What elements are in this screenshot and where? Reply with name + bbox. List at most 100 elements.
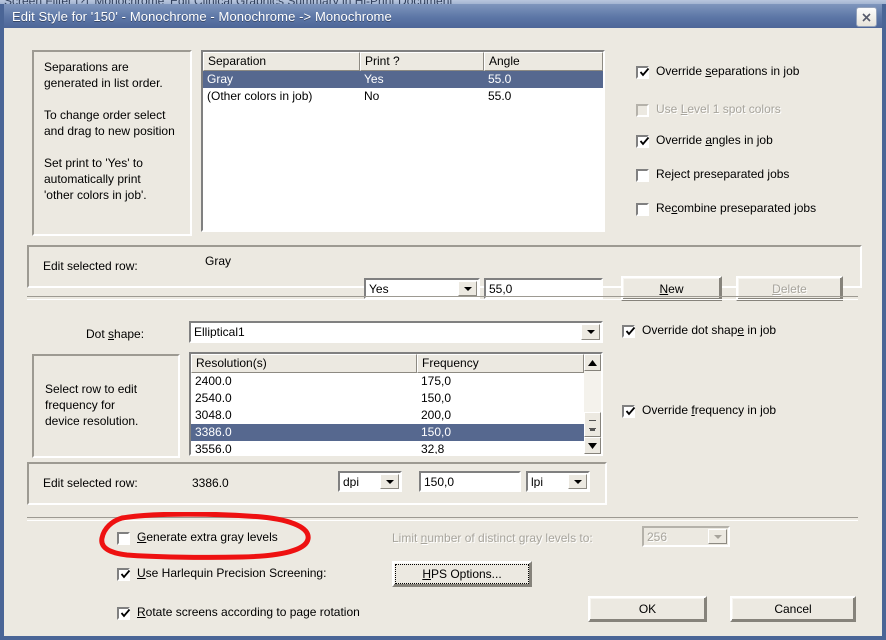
check-icon (625, 326, 636, 336)
chevron-down-icon (708, 529, 727, 544)
print-select-value: Yes (369, 282, 389, 295)
checkbox-use-harlequin-precision-screening[interactable]: Use Harlequin Precision Screening: (117, 567, 326, 581)
angle-input-value: 55,0 (489, 281, 513, 296)
help-line-9: 'other colors in job'. (44, 188, 147, 202)
checkbox-override-dot-shape-in-job[interactable]: Override dot shape in job (622, 324, 776, 338)
checkbox-rotate-screens[interactable]: Rotate screens according to page rotatio… (117, 606, 360, 620)
column-header-resolutions[interactable]: Resolution(s) (191, 354, 417, 373)
limit-gray-levels-select: 256 (642, 526, 730, 547)
resolution-help-line-2: frequency for (45, 398, 116, 412)
checkbox-box (636, 66, 650, 79)
table-row[interactable]: 2540.0 150,0 (191, 390, 601, 407)
section-divider-2 (27, 517, 858, 521)
cell-print: Yes (364, 72, 384, 86)
help-line-1: Separations are (44, 60, 129, 74)
ok-button-label: OK (638, 602, 657, 616)
separations-table-header: Separation Print ? Angle (203, 52, 603, 71)
checkbox-label: Recombine preseparated jobs (656, 201, 817, 215)
cell-frequency: 200,0 (421, 408, 452, 422)
checkbox-label: Generate extra gray levels (137, 530, 278, 544)
chevron-down-icon[interactable] (458, 281, 477, 296)
resolution-unit-select[interactable]: dpi (338, 471, 402, 492)
chevron-down-icon[interactable] (581, 324, 600, 340)
section-divider-1 (27, 296, 858, 300)
table-row[interactable]: 3048.0 200,0 (191, 407, 601, 424)
checkbox-override-frequency-in-job[interactable]: Override frequency in job (622, 404, 776, 418)
checkbox-override-separations-in-job[interactable]: Override separations in job (636, 65, 799, 79)
column-header-print[interactable]: Print ? (360, 52, 484, 71)
separations-table[interactable]: Separation Print ? Angle Gray Yes 55.0 (… (201, 50, 605, 232)
cell-separation: (Other colors in job) (207, 89, 313, 103)
column-header-frequency[interactable]: Frequency (417, 354, 584, 373)
edit-style-dialog: Edit Style for '150' - Monochrome - Mono… (0, 4, 886, 640)
column-header-separation[interactable]: Separation (203, 52, 360, 71)
dialog-titlebar: Edit Style for '150' - Monochrome - Mono… (4, 4, 882, 28)
table-row[interactable]: 3556.0 32,8 (191, 441, 601, 454)
frequency-unit-select[interactable]: lpi (526, 471, 590, 492)
table-row[interactable]: (Other colors in job) No 55.0 (203, 88, 603, 105)
check-icon (639, 136, 650, 146)
scrollbar-thumb[interactable] (584, 412, 601, 437)
resolution-table-scrollbar[interactable] (584, 354, 601, 454)
checkbox-label: Use Harlequin Precision Screening: (137, 566, 327, 580)
check-icon (639, 67, 650, 77)
cell-angle: 55.0 (488, 72, 512, 86)
chevron-down-icon[interactable] (568, 474, 587, 489)
resolution-table-header: Resolution(s) Frequency (191, 354, 601, 373)
help-line-7: Set print to 'Yes' to (44, 156, 143, 170)
cell-resolution: 3048.0 (195, 408, 232, 422)
cell-resolution: 2540.0 (195, 391, 232, 405)
table-row[interactable]: Gray Yes 55.0 (203, 71, 603, 88)
checkbox-label: Rotate screens according to page rotatio… (137, 605, 360, 619)
help-line-5: and drag to new position (44, 124, 175, 138)
checkbox-box (117, 532, 130, 545)
scroll-down-icon[interactable] (584, 437, 601, 454)
checkbox-label: Use Level 1 spot colors (656, 102, 781, 116)
checkbox-reject-preseparated-jobs[interactable]: Reject preseparated jobs (636, 168, 789, 182)
dot-shape-select[interactable]: Elliptical1 (189, 321, 603, 343)
checkbox-override-angles-in-job[interactable]: Override angles in job (636, 134, 773, 148)
cell-frequency: 150,0 (421, 425, 452, 439)
separations-help-panel: Separations are generated in list order.… (32, 50, 192, 236)
column-header-angle[interactable]: Angle (484, 52, 603, 71)
checkbox-box (117, 607, 131, 620)
close-icon[interactable] (856, 7, 877, 27)
check-icon (625, 406, 636, 416)
dot-shape-value: Elliptical1 (194, 326, 245, 338)
resolution-help-panel: Select row to edit frequency for device … (32, 354, 180, 458)
hps-options-button-label: HPS Options... (422, 567, 502, 581)
checkbox-generate-extra-gray-levels[interactable]: Generate extra gray levels (117, 531, 278, 545)
check-icon (120, 608, 131, 618)
cell-separation: Gray (207, 72, 234, 86)
resolution-help-line-1: Select row to edit (45, 382, 138, 396)
scroll-up-icon[interactable] (584, 354, 601, 371)
help-line-4: To change order select (44, 108, 166, 122)
hps-options-button[interactable]: HPS Options... (392, 561, 532, 587)
checkbox-recombine-preseparated-jobs[interactable]: Recombine preseparated jobs (636, 202, 816, 216)
cell-resolution: 3386.0 (195, 425, 232, 439)
checkbox-box (636, 135, 650, 148)
table-row[interactable]: 3386.0 150,0 (191, 424, 601, 441)
ok-button[interactable]: OK (588, 596, 707, 622)
help-line-8: automatically print (44, 172, 141, 186)
cancel-button-label: Cancel (774, 602, 812, 616)
screenshot-root: Screen Filter [?] 'Monochrome' Edit Clin… (0, 0, 886, 640)
checkbox-box (636, 104, 649, 117)
checkbox-box (622, 405, 636, 418)
frequency-unit-value: lpi (531, 475, 544, 488)
edit-selected-row-label: Edit selected row: (43, 259, 138, 273)
cancel-button[interactable]: Cancel (730, 596, 856, 622)
frequency-input[interactable]: 150,0 (419, 471, 521, 492)
resolution-help-line-3: device resolution. (45, 414, 139, 428)
resolution-table[interactable]: Resolution(s) Frequency 2400.0 175,0 254… (189, 352, 603, 456)
checkbox-label: Override dot shape in job (642, 323, 777, 337)
table-row[interactable]: 2400.0 175,0 (191, 373, 601, 390)
chevron-down-icon[interactable] (380, 474, 399, 489)
checkbox-label: Override angles in job (656, 133, 773, 147)
resolution-edit-value: 3386.0 (192, 476, 229, 490)
checkbox-box (636, 169, 649, 182)
limit-gray-levels-value: 256 (647, 530, 668, 543)
check-icon (120, 569, 131, 579)
edit-selected-row-value: Gray (205, 254, 232, 268)
help-line-2: generated in list order. (44, 76, 163, 90)
